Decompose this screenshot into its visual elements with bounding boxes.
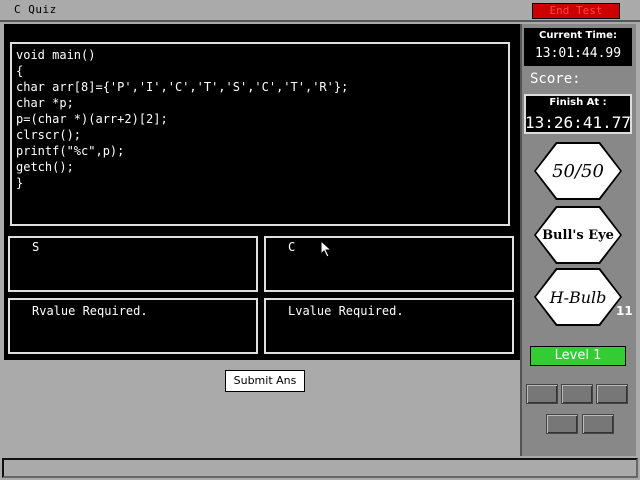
window-title: C Quiz — [14, 3, 57, 16]
h-bulb-button[interactable]: H-Bulb — [534, 268, 622, 326]
option-b[interactable] — [264, 236, 514, 292]
fifty-fifty-button[interactable]: 50/50 — [534, 142, 622, 200]
code-box — [10, 42, 510, 226]
code-line: p=(char *)(arr+2)[2]; — [16, 112, 168, 126]
submit-answer-button[interactable]: Submit Ans — [225, 370, 305, 392]
nav-button[interactable] — [526, 384, 558, 404]
option-b-text: C — [288, 240, 296, 254]
current-time-value: 13:01:44.99 — [534, 46, 622, 61]
nav-button[interactable] — [596, 384, 628, 404]
code-line: getch(); — [16, 160, 74, 174]
option-a[interactable] — [8, 236, 258, 292]
nav-button[interactable] — [546, 414, 578, 434]
option-a-text: S — [32, 240, 40, 254]
mouse-cursor-icon — [320, 240, 333, 258]
option-d-text: Lvalue Required. — [288, 304, 404, 318]
nav-button[interactable] — [561, 384, 593, 404]
finish-at-label: Finish At : — [549, 97, 607, 108]
h-bulb-icon: H-Bulb — [536, 270, 620, 324]
code-line: { — [16, 64, 24, 78]
option-c-text: Rvalue Required. — [32, 304, 148, 318]
end-test-button[interactable]: End Test — [532, 3, 620, 19]
code-line: } — [16, 176, 24, 190]
bulls-eye-icon: Bull's Eye — [536, 208, 620, 262]
h-bulb-count: 11 — [616, 304, 633, 318]
fifty-fifty-icon: 50/50 — [536, 144, 620, 198]
code-line: void main() — [16, 48, 96, 62]
bulls-eye-button[interactable]: Bull's Eye — [534, 206, 622, 264]
code-line: printf("%c",p); — [16, 144, 125, 158]
code-line: clrscr(); — [16, 128, 82, 142]
code-line: char *p; — [16, 96, 74, 110]
level-badge: Level 1 — [530, 346, 626, 366]
code-line: char arr[8]={'P','I','C','T','S','C','T'… — [16, 80, 349, 94]
score-label: Score: — [530, 71, 581, 87]
status-bar — [2, 458, 638, 478]
nav-button[interactable] — [582, 414, 614, 434]
finish-at-value: 13:26:41.77 — [525, 113, 631, 132]
current-time-label: Current Time: — [539, 30, 617, 41]
